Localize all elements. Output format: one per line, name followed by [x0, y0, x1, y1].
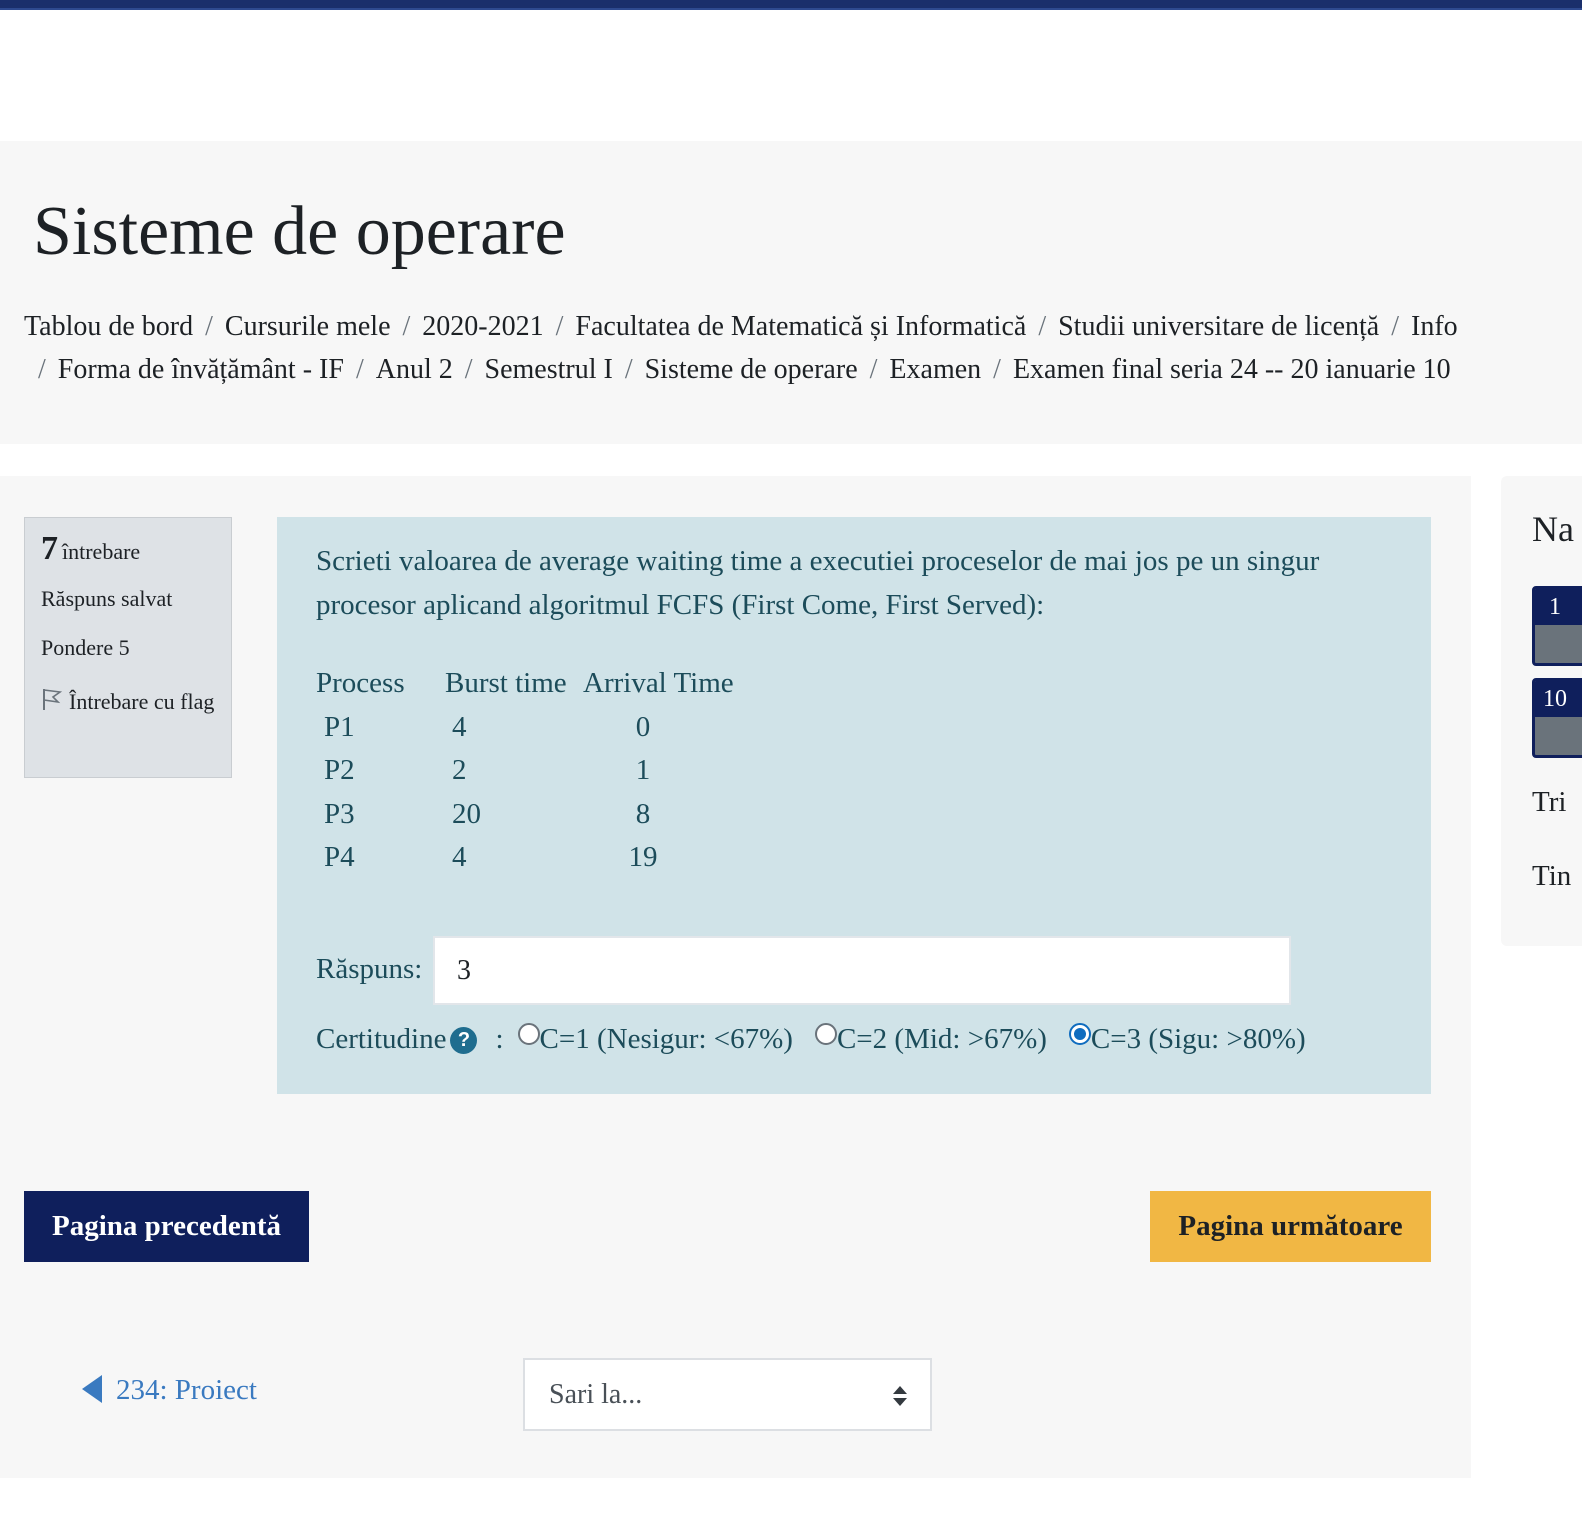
breadcrumb-dashboard[interactable]: Tablou de bord — [24, 311, 193, 342]
cell-process: P2 — [324, 754, 355, 787]
certainty-option-c1-label: C=1 (Nesigur: <67%) — [539, 1023, 793, 1055]
cell-burst-time: 4 — [452, 710, 467, 743]
quiz-nav-question-number: 10 — [1535, 681, 1582, 717]
quiz-nav-question-button[interactable]: 1 — [1532, 586, 1582, 666]
caret-left-icon — [82, 1375, 102, 1403]
select-arrows-icon — [893, 1386, 907, 1406]
cell-burst-time: 4 — [452, 841, 467, 874]
radio-c3[interactable] — [1068, 1023, 1091, 1045]
question-info: 7 întrebare Răspuns salvat Pondere 5 Într… — [24, 517, 232, 778]
breadcrumb-exam[interactable]: Examen — [889, 354, 981, 385]
question-number-label: întrebare — [62, 539, 141, 564]
breadcrumb-separator: / — [624, 354, 633, 385]
breadcrumb-separator: / — [464, 354, 473, 385]
cell-process: P3 — [324, 797, 355, 830]
col-header-burst-time: Burst time — [445, 667, 567, 699]
breadcrumb-continued: / Forma de învățământ - IF / Anul 2 / Semestr… — [38, 354, 1451, 386]
quiz-navigation-title: Na — [1532, 509, 1574, 549]
breadcrumb-separator: / — [1391, 311, 1399, 342]
flag-question-toggle[interactable]: Întrebare cu flag — [41, 684, 215, 722]
breadcrumb-separator: / — [555, 311, 564, 342]
quiz-nav-question-button[interactable]: 10 — [1532, 678, 1582, 758]
breadcrumb-semester[interactable]: Semestrul I — [485, 354, 613, 385]
breadcrumb-separator: / — [205, 311, 213, 342]
certainty-option-c2[interactable]: C=2 (Mid: >67%) — [814, 1023, 1047, 1055]
breadcrumb-info[interactable]: Info — [1411, 311, 1458, 342]
cell-burst-time: 20 — [452, 797, 481, 830]
breadcrumb-course[interactable]: Sisteme de operare — [645, 354, 858, 385]
question-text: Scrieti valoarea de average waiting time… — [316, 545, 1320, 621]
breadcrumb-my-courses[interactable]: Cursurile mele — [225, 311, 391, 342]
certainty-option-c1[interactable]: C=1 (Nesigur: <67%) — [517, 1023, 793, 1055]
jump-to-placeholder: Sari la... — [549, 1379, 643, 1410]
breadcrumb-separator: / — [38, 354, 46, 385]
flag-icon — [41, 686, 63, 722]
breadcrumb-year[interactable]: 2020-2021 — [422, 311, 543, 342]
cell-arrival-time: 19 — [628, 841, 658, 874]
quiz-nav-question-number: 1 — [1535, 589, 1582, 625]
col-header-arrival-time: Arrival Time — [583, 667, 734, 699]
cell-arrival-time: 0 — [635, 710, 651, 743]
question-weight: Pondere 5 — [41, 635, 130, 660]
top-navbar-bar — [0, 0, 1582, 10]
breadcrumb-separator: / — [869, 354, 878, 385]
cell-burst-time: 2 — [452, 754, 467, 787]
flag-label: Întrebare cu flag — [69, 689, 215, 714]
question-state: Răspuns salvat — [41, 586, 173, 611]
answer-input[interactable] — [433, 936, 1291, 1005]
breadcrumb-separator: / — [993, 354, 1001, 385]
breadcrumb: Tablou de bord / Cursurile mele / 2020-2021 /… — [24, 311, 1458, 343]
cell-arrival-time: 8 — [635, 797, 651, 830]
quiz-nav-text-2: Tin — [1532, 860, 1572, 892]
cell-process: P1 — [324, 710, 355, 743]
help-icon[interactable]: ? — [450, 1027, 478, 1054]
breadcrumb-study-form[interactable]: Forma de învățământ - IF — [58, 354, 344, 385]
certainty-option-c3-label: C=3 (Sigu: >80%) — [1090, 1023, 1306, 1055]
breadcrumb-studies[interactable]: Studii universitare de licență — [1058, 311, 1379, 342]
certainty-option-c2-label: C=2 (Mid: >67%) — [836, 1023, 1047, 1055]
certainty-row: Certitudine?: C=1 (Nesigur: <67%) C=2 (Mid… — [316, 1023, 1306, 1056]
breadcrumb-separator: / — [355, 354, 364, 385]
cell-process: P4 — [324, 841, 355, 874]
radio-c1[interactable] — [517, 1023, 540, 1045]
breadcrumb-final-exam[interactable]: Examen final seria 24 -- 20 ianuarie 10 — [1013, 354, 1451, 385]
quiz-nav-text-1[interactable]: Tri — [1532, 786, 1566, 819]
certainty-colon: : — [495, 1023, 504, 1055]
next-page-button[interactable]: Pagina următoare — [1150, 1191, 1431, 1262]
jump-to-select[interactable]: Sari la... — [523, 1358, 932, 1431]
page-header — [0, 141, 1582, 444]
certainty-option-c3[interactable]: C=3 (Sigu: >80%) — [1068, 1023, 1306, 1055]
question-content: Scrieti valoarea de average waiting time… — [277, 517, 1431, 1094]
previous-activity-link[interactable]: 234: Proiect — [82, 1374, 257, 1407]
breadcrumb-separator: / — [402, 311, 411, 342]
radio-c2[interactable] — [814, 1023, 837, 1045]
previous-activity-label: 234: Proiect — [116, 1374, 257, 1406]
breadcrumb-faculty[interactable]: Facultatea de Matematică și Informatică — [575, 311, 1026, 342]
breadcrumb-separator: / — [1038, 311, 1047, 342]
breadcrumb-year-of-study[interactable]: Anul 2 — [376, 354, 453, 385]
col-header-process: Process — [316, 667, 405, 699]
answer-label: Răspuns: — [316, 953, 423, 985]
question-number: 7 — [41, 530, 58, 567]
page-title: Sisteme de operare — [33, 193, 566, 270]
previous-page-button[interactable]: Pagina precedentă — [24, 1191, 309, 1262]
certainty-label: Certitudine — [316, 1023, 447, 1055]
cell-arrival-time: 1 — [635, 754, 651, 787]
